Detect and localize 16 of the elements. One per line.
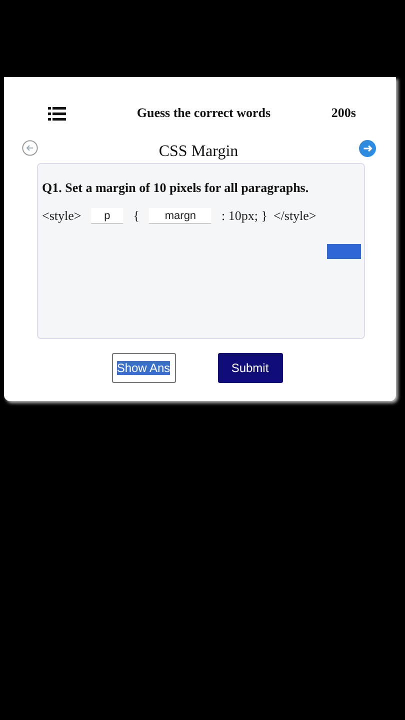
menu-icon[interactable] xyxy=(48,106,66,120)
show-answer-button[interactable]: Show Ans xyxy=(112,353,176,383)
answer-field[interactable]: margn xyxy=(149,208,212,224)
timer: 200s xyxy=(331,105,356,121)
code-text: : 10px; } xyxy=(221,208,268,224)
lesson-title: CSS Margin xyxy=(158,143,238,161)
next-icon[interactable] xyxy=(359,140,376,156)
code-text: </style> xyxy=(273,208,316,224)
feedback-bar xyxy=(327,244,361,259)
code-text: { xyxy=(133,208,140,224)
previous-icon[interactable] xyxy=(22,140,38,156)
code-text: <style> xyxy=(42,208,82,224)
submit-button[interactable]: Submit xyxy=(218,353,282,383)
answer-field[interactable]: p xyxy=(91,208,124,224)
header-title: Guess the correct words xyxy=(136,105,271,121)
question-text: Q1. Set a margin of 10 pixels for all paragraphs. xyxy=(42,180,310,196)
